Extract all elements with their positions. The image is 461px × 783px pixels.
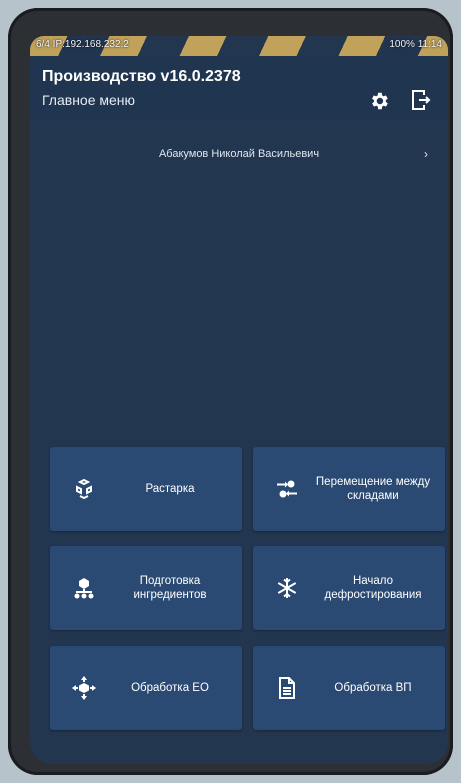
app-screen: 6/4 IP:192.168.232.2 100% 11:14 Производ… <box>30 36 448 764</box>
tile-label: Перемещение между складами <box>315 476 431 502</box>
user-name: Абакумов Николай Васильевич <box>158 148 320 160</box>
status-ip: 6/4 IP:192.168.232.2 <box>36 39 129 50</box>
transfer-icon <box>277 480 297 498</box>
logout-button[interactable] <box>408 86 434 114</box>
user-row[interactable]: Абакумов Николай Васильевич › <box>30 136 448 172</box>
transfer-between-warehouses-button[interactable]: Перемещение между складами <box>253 447 445 531</box>
page-subtitle: Главное меню <box>42 92 136 108</box>
gear-icon <box>372 92 388 110</box>
tile-label: Обработка ВП <box>334 682 412 694</box>
unpack-button[interactable]: Растарка <box>50 447 242 531</box>
chevron-right-icon: › <box>424 147 428 161</box>
unpack-icon <box>76 478 92 500</box>
phone-frame: 6/4 IP:192.168.232.2 100% 11:14 Производ… <box>8 8 453 775</box>
logout-icon <box>412 90 431 110</box>
tile-label: Подготовка ингредиентов <box>133 575 207 601</box>
tile-label: Обработка ЕО <box>131 682 209 694</box>
snowflake-icon <box>277 578 297 598</box>
status-battery-time: 100% 11:14 <box>389 39 442 50</box>
settings-button[interactable] <box>366 88 392 114</box>
app-title: Производство v16.0.2378 <box>42 68 241 85</box>
ingredients-icon <box>74 578 94 599</box>
tile-label: Начало дефростирования <box>324 575 422 601</box>
app-header: Производство v16.0.2378 Главное меню <box>30 56 448 120</box>
prepare-ingredients-button[interactable]: Подготовка ингредиентов <box>50 546 242 630</box>
box-arrows-icon <box>72 676 96 700</box>
document-icon <box>279 677 295 699</box>
process-vp-button[interactable]: Обработка ВП <box>253 646 445 730</box>
status-bar: 6/4 IP:192.168.232.2 100% 11:14 <box>30 36 448 56</box>
start-defrost-button[interactable]: Начало дефростирования <box>253 546 445 630</box>
process-eo-button[interactable]: Обработка ЕО <box>50 646 242 730</box>
tile-label: Растарка <box>145 483 195 495</box>
